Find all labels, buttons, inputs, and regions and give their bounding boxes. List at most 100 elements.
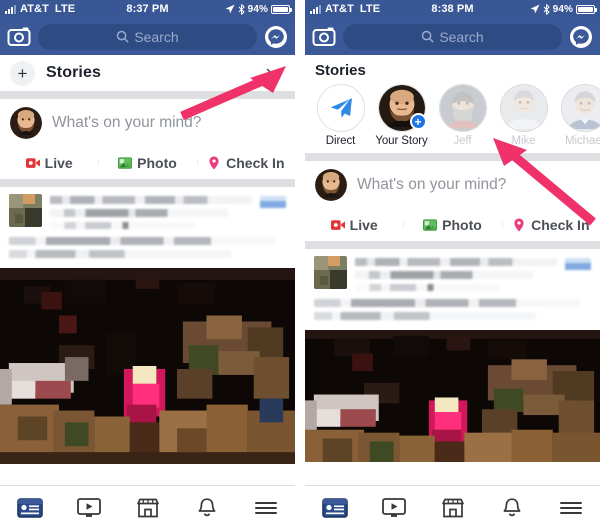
composer-actions-left: Live Photo Check In (0, 146, 295, 179)
post-author-avatar (9, 194, 42, 227)
messenger-icon[interactable] (264, 25, 288, 49)
tab-watch[interactable] (59, 497, 118, 519)
avatar (438, 84, 487, 132)
marketplace-icon (441, 498, 464, 518)
location-arrow-icon (530, 4, 540, 14)
facebook-header-left: Search (0, 18, 295, 55)
story-item-jeff[interactable]: Jeff (433, 84, 492, 148)
battery-icon (271, 4, 292, 14)
story-item-direct[interactable]: Direct (311, 84, 370, 148)
messenger-icon[interactable] (569, 25, 593, 49)
composer-row-right[interactable]: What's on your mind? (305, 161, 600, 208)
direct-circle (316, 84, 365, 132)
add-story-button[interactable]: + (10, 60, 35, 86)
photo-icon (423, 218, 438, 231)
watch-video-icon (76, 498, 101, 517)
checkin-label: Check In (531, 216, 590, 233)
photo-button[interactable]: Photo (98, 155, 196, 171)
menu-hamburger-icon (559, 502, 582, 514)
photo-label: Photo (137, 154, 177, 171)
story-label-michael: Michael (565, 135, 600, 147)
stories-tray[interactable]: Direct + Your Story Jeff Mike Michae (305, 81, 600, 153)
your-story-avatar-wrap: + (377, 84, 427, 132)
status-right-group: 94% (225, 3, 292, 15)
photo-label: Photo (442, 216, 482, 233)
bottom-tab-bar-left (0, 485, 295, 530)
tab-menu[interactable] (541, 499, 600, 517)
search-placeholder: Search (439, 28, 484, 45)
battery-percent-label: 94% (247, 3, 268, 15)
checkin-button[interactable]: Check In (196, 154, 295, 171)
paper-plane-icon (330, 98, 352, 118)
photo-icon (118, 156, 133, 169)
checkin-button[interactable]: Check In (501, 216, 600, 233)
post-sponsor-badge (565, 258, 591, 270)
section-divider (0, 179, 295, 187)
live-label: Live (44, 154, 73, 171)
tab-news-feed[interactable] (0, 497, 59, 519)
story-item-mike[interactable]: Mike (494, 84, 553, 148)
chevron-down-icon[interactable] (266, 68, 283, 78)
story-item-your-story[interactable]: + Your Story (372, 84, 431, 148)
tab-menu[interactable] (236, 499, 295, 517)
section-divider (0, 91, 295, 99)
bottom-tab-bar-right (305, 485, 600, 530)
facebook-header-right: Search (305, 18, 600, 55)
post-photo-right[interactable] (305, 330, 600, 462)
post-author-avatar (314, 256, 347, 289)
composer-placeholder[interactable]: What's on your mind? (52, 114, 201, 132)
composer-actions-right: Live Photo Check In (305, 208, 600, 241)
composer-placeholder[interactable]: What's on your mind? (357, 176, 506, 194)
post-meta-lines (50, 194, 252, 234)
tab-notifications[interactable] (482, 497, 541, 519)
watch-video-icon (381, 498, 406, 517)
search-placeholder: Search (134, 28, 179, 45)
direct-avatar-wrap (316, 84, 365, 132)
news-feed-icon (16, 498, 43, 518)
feed-post-left[interactable] (0, 187, 295, 268)
checkin-label: Check In (226, 154, 285, 171)
live-button[interactable]: Live (0, 155, 98, 171)
live-video-icon (330, 219, 345, 230)
add-to-story-badge[interactable]: + (409, 113, 427, 130)
stories-title: Stories (315, 62, 366, 79)
tab-notifications[interactable] (177, 497, 236, 519)
michael-avatar-wrap (560, 84, 600, 132)
search-input[interactable]: Search (343, 23, 562, 50)
story-label-mike: Mike (511, 135, 536, 147)
notifications-bell-icon (198, 498, 215, 517)
status-bar-right: AT&T LTE 8:38 PM 94% (305, 0, 600, 18)
panel-gutter (295, 0, 305, 530)
tab-marketplace[interactable] (423, 497, 482, 519)
live-button[interactable]: Live (305, 217, 403, 233)
bluetooth-icon (238, 3, 245, 15)
phone-screen-expanded-stories: AT&T LTE 8:38 PM 94% Search Stories Dire… (305, 0, 600, 530)
story-item-michael[interactable]: Michael (555, 84, 600, 148)
battery-percent-label: 94% (552, 3, 573, 15)
story-label-your-story: Your Story (375, 135, 428, 147)
composer-row-left[interactable]: What's on your mind? (0, 99, 295, 146)
camera-icon[interactable] (7, 25, 31, 49)
story-label-jeff: Jeff (453, 135, 472, 147)
live-label: Live (349, 216, 378, 233)
tab-news-feed[interactable] (305, 497, 364, 519)
notifications-bell-icon (503, 498, 520, 517)
photo-button[interactable]: Photo (403, 217, 501, 233)
tab-watch[interactable] (364, 497, 423, 519)
live-video-icon (25, 157, 40, 168)
status-bar-left: AT&T LTE 8:37 PM 94% (0, 0, 295, 18)
stories-collapsed-bar[interactable]: + Stories (0, 55, 295, 91)
section-divider (305, 153, 600, 161)
feed-post-right[interactable] (305, 249, 600, 330)
mike-avatar-wrap (499, 84, 548, 132)
avatar (10, 106, 42, 139)
camera-icon[interactable] (312, 25, 336, 49)
location-arrow-icon (225, 4, 235, 14)
post-photo-left[interactable] (0, 268, 295, 464)
avatar (315, 168, 347, 201)
post-header (314, 256, 591, 296)
search-icon (422, 30, 434, 43)
search-input[interactable]: Search (38, 23, 257, 50)
tab-marketplace[interactable] (118, 497, 177, 519)
post-text-lines (9, 237, 286, 258)
